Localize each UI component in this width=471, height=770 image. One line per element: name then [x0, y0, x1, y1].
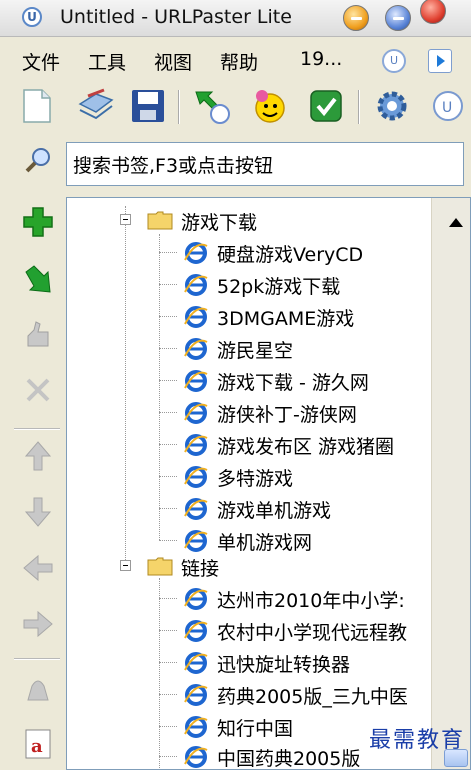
bookmark-label: 游民星空 [217, 340, 294, 362]
menu-view[interactable]: 视图 [154, 48, 192, 75]
search-input[interactable] [66, 142, 464, 186]
watermark: 最需教育 [368, 728, 465, 753]
bookmark-label: 3DMGAME游戏 [217, 308, 355, 330]
title-bar: U Untitled - URLPaster Lite [0, 0, 471, 37]
bookmark-label: 游戏单机游戏 [217, 500, 332, 522]
tree-bookmark-row[interactable]: 迅快旋址转换器 [67, 646, 427, 678]
bookmark-tree[interactable]: 游戏下载 硬盘游戏VeryCD 52pk游戏下载 3DMGAME游戏 游民星空 … [66, 197, 471, 770]
svg-text:a: a [31, 736, 43, 757]
tree-bookmark-row[interactable]: 多特游戏 [67, 460, 427, 492]
import-arrow-icon[interactable] [20, 262, 56, 298]
bookmark-label: 知行中国 [217, 718, 294, 740]
ie-icon [184, 684, 208, 706]
close-button[interactable] [420, 0, 446, 24]
checkmark-icon[interactable] [306, 86, 346, 126]
bookmark-label: 中国药典2005版 [217, 748, 361, 770]
bookmark-label: 达州市2010年中小学: [217, 590, 405, 612]
search-icon[interactable] [24, 146, 52, 174]
delete-x-icon[interactable] [20, 372, 56, 408]
maximize-button[interactable] [385, 5, 411, 31]
tree-bookmark-row[interactable]: 游戏下载 - 游久网 [67, 364, 427, 396]
tree-bookmark-row[interactable]: 硬盘游戏VeryCD [67, 236, 427, 268]
bookmark-label: 多特游戏 [217, 468, 294, 490]
bookmark-label: 硬盘游戏VeryCD [217, 244, 364, 266]
new-file-icon[interactable] [16, 86, 56, 126]
move-up-icon[interactable] [20, 438, 56, 474]
ie-icon [184, 242, 208, 264]
move-left-icon[interactable] [20, 550, 56, 586]
bookmark-label: 游侠补丁-游侠网 [217, 404, 357, 426]
sidebar-separator [14, 428, 60, 430]
smiley-face-icon[interactable] [248, 86, 288, 126]
ie-icon [184, 746, 208, 768]
tree-bookmark-row[interactable]: 游戏发布区 游戏猪圈 [67, 428, 427, 460]
svg-text:U: U [442, 100, 452, 116]
ie-icon [184, 402, 208, 424]
folder-label: 游戏下载 [181, 212, 258, 234]
bookmark-label: 药典2005版_三九中医 [217, 686, 408, 708]
ie-icon [184, 274, 208, 296]
tree-folder-row[interactable]: 游戏下载 [67, 204, 427, 236]
ie-icon [184, 306, 208, 328]
side-toolbar: a [0, 196, 64, 770]
ie-icon [184, 716, 208, 738]
app-icon[interactable]: U [22, 7, 42, 27]
menu-tools[interactable]: 工具 [88, 48, 126, 75]
menu-help[interactable]: 帮助 [220, 48, 258, 75]
help-smiley-icon[interactable]: U [382, 49, 406, 73]
folder-icon [147, 211, 173, 230]
collapse-toggle-icon[interactable] [120, 214, 131, 225]
font-a-icon[interactable]: a [20, 726, 56, 762]
ie-icon [184, 370, 208, 392]
ie-icon [184, 620, 208, 642]
toolbar: U [0, 82, 471, 132]
vertical-scrollbar[interactable] [431, 198, 470, 769]
save-icon[interactable] [128, 86, 168, 126]
ie-icon [184, 338, 208, 360]
menu-more[interactable]: 19... [300, 48, 342, 70]
scroll-up-arrow-icon[interactable] [444, 212, 468, 234]
toolbar-separator [178, 90, 180, 124]
tree-bookmark-row[interactable]: 3DMGAME游戏 [67, 300, 427, 332]
ie-icon [184, 498, 208, 520]
settings-gear-icon[interactable] [372, 86, 412, 126]
add-smiley-arrow-icon[interactable] [192, 86, 232, 126]
folder-label: 链接 [181, 558, 220, 580]
tree-bookmark-row[interactable]: 达州市2010年中小学: [67, 582, 427, 614]
bookmark-label: 游戏发布区 游戏猪圈 [217, 436, 395, 458]
help-smiley-icon[interactable]: U [428, 86, 468, 126]
tree-bookmark-row[interactable]: 农村中小学现代远程教 [67, 614, 427, 646]
tree-bookmark-row[interactable]: 游民星空 [67, 332, 427, 364]
ie-icon [184, 588, 208, 610]
ie-icon [184, 466, 208, 488]
ie-icon [184, 652, 208, 674]
bookmark-label: 农村中小学现代远程教 [217, 622, 408, 644]
bell-icon[interactable] [20, 672, 56, 708]
edit-hand-icon[interactable] [20, 318, 56, 354]
collapse-toggle-icon[interactable] [120, 560, 131, 571]
sidebar-separator [14, 658, 60, 660]
window-title: Untitled - URLPaster Lite [60, 6, 292, 28]
minimize-button[interactable] [343, 5, 369, 31]
tree-bookmark-row[interactable]: 游侠补丁-游侠网 [67, 396, 427, 428]
bookmark-label: 52pk游戏下载 [217, 276, 341, 298]
ie-icon [184, 434, 208, 456]
open-book-icon[interactable] [76, 86, 116, 126]
move-down-icon[interactable] [20, 494, 56, 530]
tree-bookmark-row[interactable]: 游戏单机游戏 [67, 492, 427, 524]
move-right-icon[interactable] [20, 606, 56, 642]
add-plus-icon[interactable] [20, 204, 56, 240]
menu-file[interactable]: 文件 [22, 48, 60, 75]
tree-bookmark-row[interactable]: 52pk游戏下载 [67, 268, 427, 300]
play-arrow-icon[interactable] [428, 49, 452, 73]
bookmark-label: 游戏下载 - 游久网 [217, 372, 369, 394]
tree-folder-row[interactable]: 链接 [67, 550, 427, 582]
bookmark-label: 迅快旋址转换器 [217, 654, 351, 676]
folder-icon [147, 557, 173, 576]
tree-bookmark-row[interactable]: 药典2005版_三九中医 [67, 678, 427, 710]
toolbar-separator [358, 90, 360, 124]
